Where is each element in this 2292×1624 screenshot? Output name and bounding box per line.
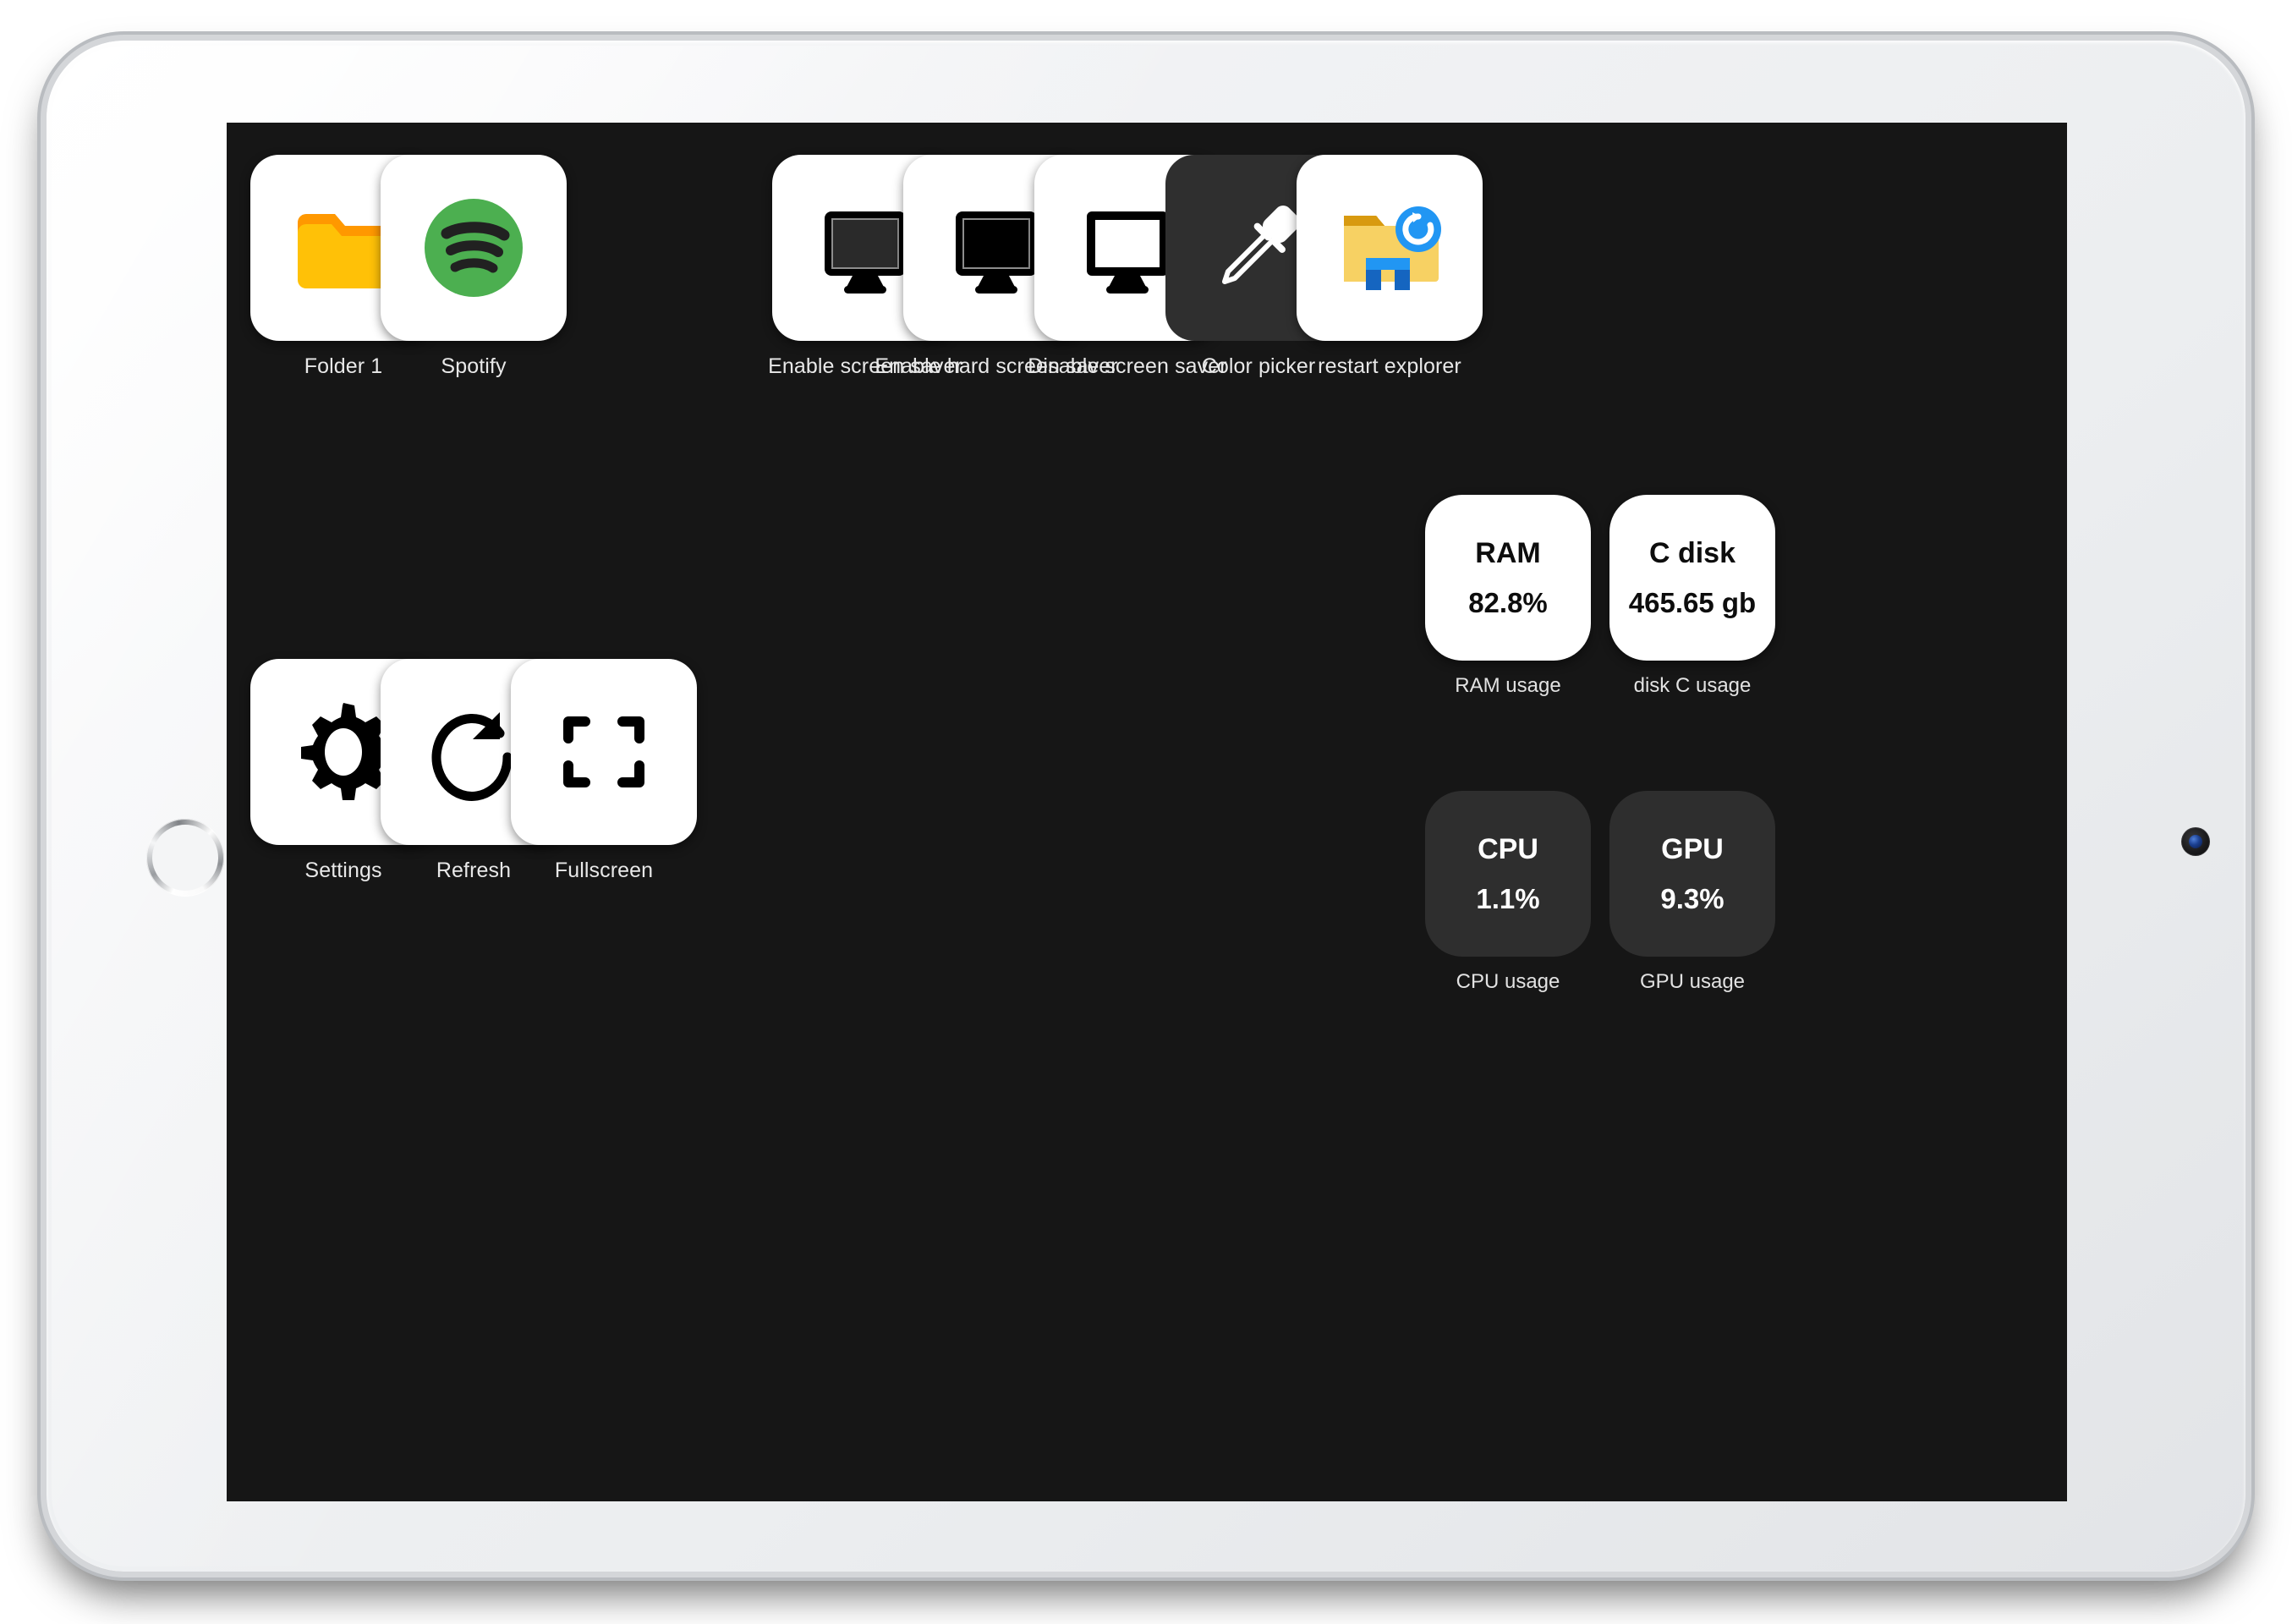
widget-title: GPU [1661, 832, 1724, 865]
widget-tile[interactable]: C disk 465.65 gb [1609, 495, 1775, 661]
spotify-icon [425, 199, 523, 297]
fullscreen-icon [563, 716, 644, 787]
widget-tile[interactable]: RAM 82.8% [1425, 495, 1591, 661]
control-label: Fullscreen [554, 859, 654, 882]
front-camera-icon [2181, 827, 2210, 856]
widget-c-disk[interactable]: C disk 465.65 gb disk C usage [1609, 495, 1775, 698]
widget-ram[interactable]: RAM 82.8% RAM usage [1425, 495, 1591, 698]
widget-gpu[interactable]: GPU 9.3% GPU usage [1609, 791, 1775, 994]
widget-cpu[interactable]: CPU 1.1% CPU usage [1425, 791, 1591, 994]
widget-title: RAM [1475, 536, 1541, 569]
shortcut-restart-explorer[interactable]: restart explorer [1297, 155, 1483, 379]
widget-value: 465.65 gb [1628, 586, 1757, 618]
shortcut-label: Spotify [441, 354, 507, 378]
shortcut-tile[interactable] [1297, 155, 1483, 341]
home-button[interactable] [146, 819, 224, 897]
shortcut-label: Folder 1 [304, 354, 383, 378]
widget-tile[interactable]: GPU 9.3% [1609, 791, 1775, 957]
widget-value: 1.1% [1476, 882, 1540, 914]
widget-value: 9.3% [1660, 882, 1724, 914]
control-label: Refresh [436, 859, 512, 882]
shortcut-tile[interactable] [381, 155, 567, 341]
widget-label: disk C usage [1633, 674, 1752, 697]
tablet-screen: Folder 1 Spotify Enable screen saver Ena… [227, 123, 2067, 1501]
shortcut-label: restart explorer [1318, 354, 1461, 378]
widget-title: C disk [1648, 536, 1736, 569]
widget-title: CPU [1478, 832, 1538, 865]
widget-tile[interactable]: CPU 1.1% [1425, 791, 1591, 957]
widget-label: RAM usage [1455, 674, 1561, 697]
control-fullscreen[interactable]: Fullscreen [511, 659, 697, 883]
control-label: Settings [304, 859, 382, 882]
widget-label: CPU usage [1456, 970, 1560, 993]
control-tile[interactable] [511, 659, 697, 845]
widget-label: GPU usage [1639, 970, 1746, 993]
widget-value: 82.8% [1468, 586, 1548, 618]
shortcut-spotify[interactable]: Spotify [381, 155, 567, 379]
explorer-restart-icon [1344, 206, 1441, 290]
